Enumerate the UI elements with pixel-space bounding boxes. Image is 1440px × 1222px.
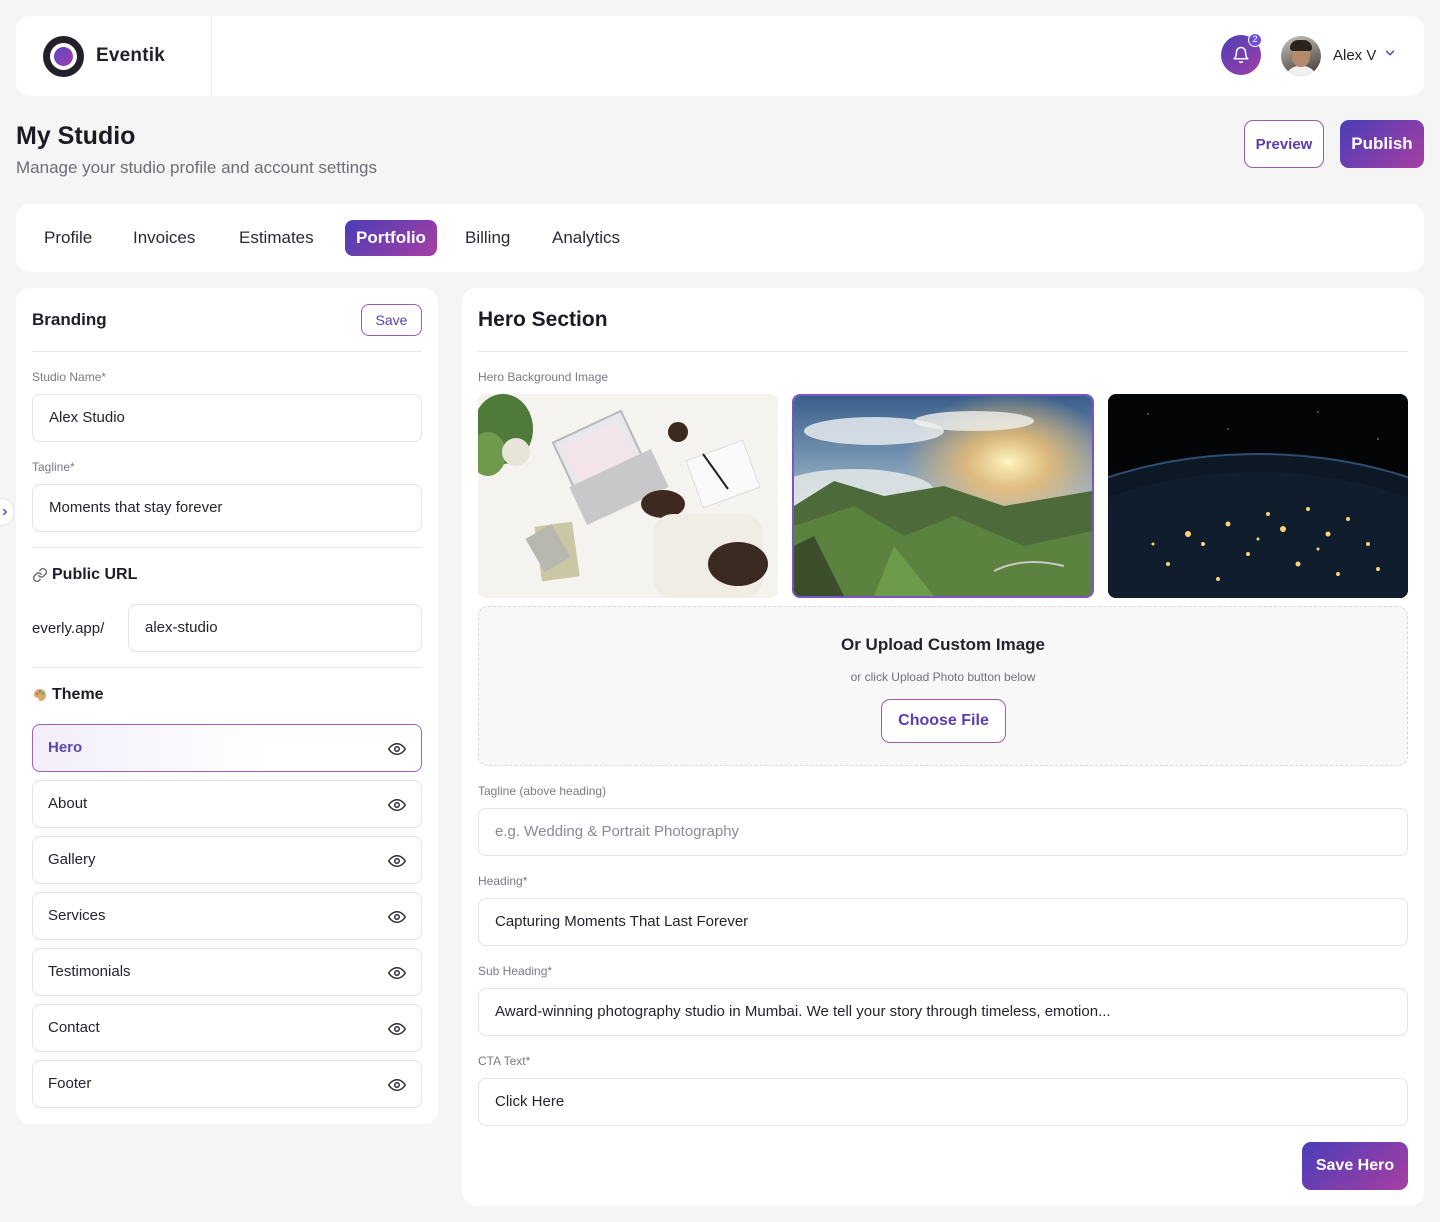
theme-title: Theme	[52, 686, 104, 703]
theme-item-hero[interactable]: Hero	[32, 724, 422, 772]
preview-button[interactable]: Preview	[1244, 120, 1324, 168]
avatar-shirt	[1285, 66, 1317, 76]
eye-icon[interactable]	[388, 908, 406, 926]
eye-icon[interactable]	[388, 964, 406, 982]
publish-button[interactable]: Publish	[1340, 120, 1424, 168]
tab-portfolio[interactable]: Portfolio	[345, 220, 437, 256]
theme-item-testimonials[interactable]: Testimonials	[32, 948, 422, 996]
theme-item-services[interactable]: Services	[32, 892, 422, 940]
url-slug-input[interactable]: alex-studio	[128, 604, 422, 652]
earth-night-illustration	[1108, 394, 1408, 598]
palette-icon	[34, 689, 46, 701]
tagline-input[interactable]: Moments that stay forever	[32, 484, 422, 532]
tab-profile[interactable]: Profile	[44, 220, 92, 256]
hero-tagline-input[interactable]: e.g. Wedding & Portrait Photography	[478, 808, 1408, 856]
page-title: My Studio	[16, 122, 136, 150]
tab-billing[interactable]: Billing	[465, 220, 510, 256]
public-url-title: Public URL	[52, 566, 138, 583]
upload-title: Or Upload Custom Image	[840, 635, 1046, 654]
theme-item-label: Gallery	[48, 851, 96, 868]
theme-item-label: Contact	[48, 1019, 100, 1036]
user-name[interactable]: Alex V	[1333, 47, 1376, 64]
eye-icon[interactable]	[388, 852, 406, 870]
notifications-button[interactable]: 2	[1221, 33, 1262, 75]
tab-bar: Profile Invoices Estimates Portfolio Bil…	[16, 204, 1424, 272]
chevron-down-icon[interactable]	[1383, 46, 1397, 60]
hero-subheading-label: Sub Heading*	[478, 964, 553, 978]
divider	[478, 351, 1408, 352]
divider	[32, 351, 422, 352]
hero-bg-image-label: Hero Background Image	[478, 370, 609, 384]
notification-badge: 2	[1248, 33, 1262, 47]
hero-heading-label: Heading*	[478, 874, 528, 888]
eye-icon[interactable]	[388, 740, 406, 758]
theme-item-label: Hero	[48, 739, 83, 756]
upload-dropzone[interactable]: Or Upload Custom Image or click Upload P…	[478, 606, 1408, 766]
hero-tagline-label: Tagline (above heading)	[478, 784, 607, 798]
theme-item-label: About	[48, 795, 88, 812]
brand-name: Eventik	[96, 45, 165, 66]
url-prefix: everly.app/	[32, 620, 105, 637]
hero-cta-input[interactable]: Click Here	[478, 1078, 1408, 1126]
theme-item-label: Services	[48, 907, 106, 924]
hero-section-title: Hero Section	[478, 308, 608, 331]
tab-invoices[interactable]: Invoices	[133, 220, 195, 256]
eye-icon[interactable]	[388, 1076, 406, 1094]
hero-heading-input[interactable]: Capturing Moments That Last Forever	[478, 898, 1408, 946]
page-subtitle: Manage your studio profile and account s…	[16, 158, 378, 177]
hero-cta-label: CTA Text*	[478, 1054, 531, 1068]
laptop-workspace-image[interactable]	[478, 394, 778, 598]
tagline-label: Tagline*	[32, 460, 75, 474]
upload-subtitle: or click Upload Photo button below	[850, 670, 1036, 684]
studio-name-input[interactable]: Alex Studio	[32, 394, 422, 442]
avatar[interactable]	[1281, 36, 1321, 76]
logo-icon	[43, 35, 84, 77]
divider	[32, 667, 422, 668]
chevron-right-icon	[3, 508, 7, 516]
branding-title: Branding	[32, 310, 107, 329]
bell-icon	[1233, 46, 1249, 64]
laptop-workspace-illustration	[478, 394, 778, 598]
link-icon	[32, 567, 48, 583]
logo[interactable]: Eventik	[16, 16, 212, 96]
choose-file-button[interactable]: Choose File	[881, 699, 1006, 743]
tab-analytics[interactable]: Analytics	[552, 220, 620, 256]
hero-subheading-input[interactable]: Award-winning photography studio in Mumb…	[478, 988, 1408, 1036]
mountain-sunset-image[interactable]	[792, 394, 1094, 598]
branding-save-button[interactable]: Save	[361, 304, 422, 336]
studio-name-label: Studio Name*	[32, 370, 107, 384]
divider	[32, 547, 422, 548]
sidebar-toggle[interactable]	[0, 498, 14, 526]
theme-heading: Theme	[32, 686, 104, 704]
hero-panel: Hero Section Hero Background Image Or Up…	[462, 288, 1424, 1206]
eye-icon[interactable]	[388, 796, 406, 814]
branding-panel: Branding Save Studio Name* Alex Studio T…	[16, 288, 438, 1124]
tab-estimates[interactable]: Estimates	[239, 220, 314, 256]
theme-item-label: Footer	[48, 1075, 92, 1092]
theme-item-contact[interactable]: Contact	[32, 1004, 422, 1052]
earth-night-image[interactable]	[1108, 394, 1408, 598]
save-hero-button[interactable]: Save Hero	[1302, 1142, 1408, 1190]
avatar-hair	[1290, 40, 1312, 51]
public-url-heading: Public URL	[32, 566, 137, 584]
theme-item-gallery[interactable]: Gallery	[32, 836, 422, 884]
theme-item-about[interactable]: About	[32, 780, 422, 828]
mountain-sunset-illustration	[794, 396, 1092, 596]
eye-icon[interactable]	[388, 1020, 406, 1038]
top-bar: Eventik 2 Alex V	[16, 16, 1424, 96]
theme-item-footer[interactable]: Footer	[32, 1060, 422, 1108]
theme-item-label: Testimonials	[48, 963, 131, 980]
